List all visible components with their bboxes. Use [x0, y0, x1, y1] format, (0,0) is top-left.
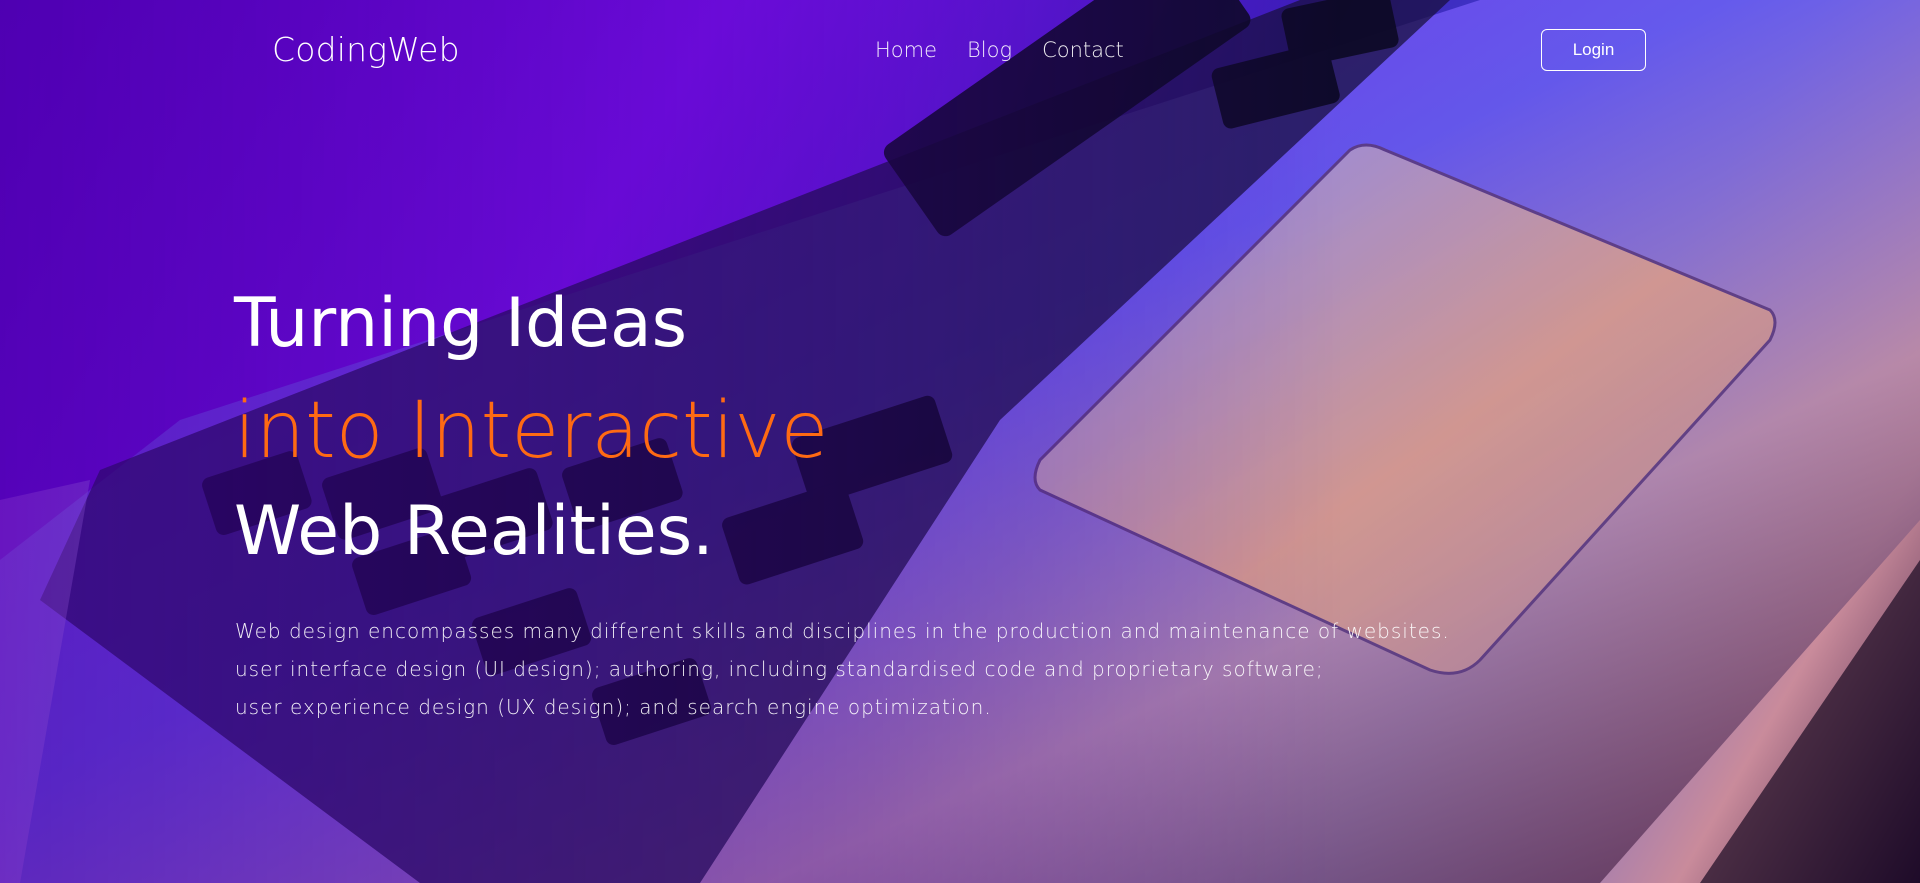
- description-line-3: user experience design (UX design); and …: [235, 695, 992, 719]
- hero-headline: Turning Ideas into Interactive Web Reali…: [234, 290, 828, 566]
- nav-link-home[interactable]: Home: [875, 38, 937, 62]
- nav-link-contact[interactable]: Contact: [1042, 38, 1124, 62]
- brand-logo[interactable]: CodingWeb: [272, 30, 460, 69]
- description-line-2: user interface design (UI design); autho…: [235, 657, 1324, 681]
- nav-link-blog[interactable]: Blog: [967, 38, 1012, 62]
- navbar: CodingWeb Home Blog Contact Login: [0, 0, 1920, 100]
- nav-links: Home Blog Contact: [875, 38, 1124, 62]
- hero-section: CodingWeb Home Blog Contact Login Turnin…: [0, 0, 1920, 883]
- hero-description: Web design encompasses many different sk…: [235, 612, 1535, 726]
- headline-line-1: Turning Ideas: [234, 284, 688, 363]
- headline-line-2-accent: into Interactive: [234, 386, 829, 476]
- headline-line-3: Web Realities.: [234, 492, 714, 571]
- login-button[interactable]: Login: [1541, 29, 1646, 71]
- description-line-1: Web design encompasses many different sk…: [235, 619, 1450, 643]
